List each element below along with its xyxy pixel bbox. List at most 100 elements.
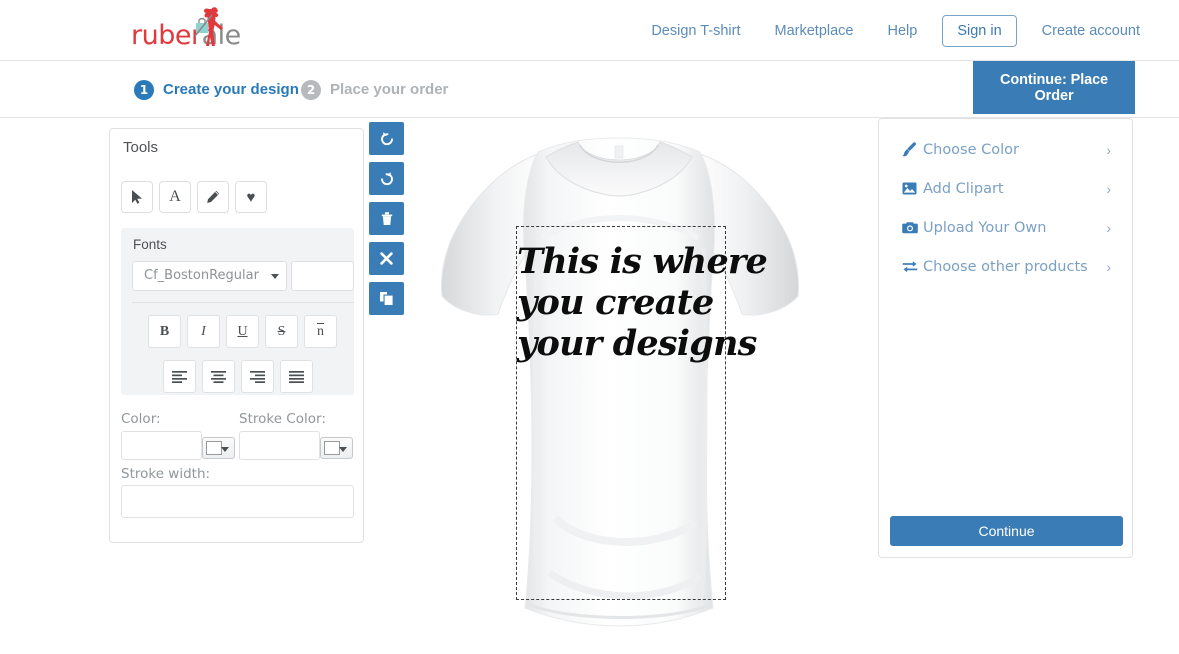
align-left-button[interactable] bbox=[163, 360, 196, 393]
align-justify-button[interactable] bbox=[280, 360, 313, 393]
stroke-color-label: Stroke Color: bbox=[239, 411, 326, 427]
camera-icon bbox=[902, 221, 918, 234]
step-1-label: Create your design bbox=[163, 81, 299, 98]
option-choose-color-label: Choose Color bbox=[923, 141, 1019, 158]
font-size-input[interactable] bbox=[291, 261, 354, 291]
chevron-right-icon: › bbox=[1106, 219, 1111, 236]
fonts-divider bbox=[132, 302, 354, 303]
chevron-right-icon: › bbox=[1106, 180, 1111, 197]
redo-button[interactable] bbox=[369, 162, 404, 195]
stroke-width-input[interactable] bbox=[121, 485, 354, 518]
text-tool-button[interactable]: A bbox=[159, 181, 191, 213]
tool-buttons-row: A ♥ bbox=[121, 181, 267, 213]
draw-tool-button[interactable] bbox=[197, 181, 229, 213]
design-text-line-3: your designs bbox=[517, 323, 757, 364]
option-add-clipart[interactable]: Add Clipart › bbox=[879, 169, 1132, 208]
color-input[interactable] bbox=[121, 431, 202, 460]
text-align-buttons bbox=[163, 360, 313, 393]
overline-glyph: n bbox=[317, 323, 324, 339]
image-icon bbox=[902, 182, 917, 195]
nav-marketplace[interactable]: Marketplace bbox=[758, 23, 871, 39]
continue-place-order-button[interactable]: Continue: Place Order bbox=[973, 61, 1135, 114]
design-workspace: Tools A ♥ Fonts Cf_BostonRegular B I U S… bbox=[0, 118, 1179, 653]
trash-icon bbox=[381, 212, 392, 225]
stroke-color-input[interactable] bbox=[239, 431, 320, 460]
main-navigation: Design T-shirt Marketplace Help Sign in … bbox=[634, 0, 1157, 61]
option-choose-color[interactable]: Choose Color › bbox=[879, 130, 1132, 169]
chevron-down-icon bbox=[221, 447, 229, 452]
bold-glyph: B bbox=[159, 323, 170, 339]
align-right-button[interactable] bbox=[241, 360, 274, 393]
align-right-icon bbox=[250, 370, 265, 383]
close-x-icon bbox=[380, 252, 393, 265]
cursor-arrow-icon bbox=[132, 190, 142, 204]
font-family-selected-value: Cf_BostonRegular bbox=[144, 268, 259, 283]
option-choose-other-products[interactable]: Choose other products › bbox=[879, 247, 1132, 286]
shopper-figure-icon bbox=[194, 7, 223, 46]
tshirt-canvas[interactable]: This is where you create your designs bbox=[410, 118, 860, 648]
select-tool-button[interactable] bbox=[121, 181, 153, 213]
undo-button[interactable] bbox=[369, 122, 404, 155]
sign-in-button[interactable]: Sign in bbox=[942, 14, 1017, 47]
option-add-clipart-label: Add Clipart bbox=[923, 180, 1004, 197]
stroke-color-picker-button[interactable] bbox=[320, 437, 353, 459]
undo-icon bbox=[380, 131, 393, 145]
copy-icon bbox=[380, 292, 393, 305]
option-upload-your-own[interactable]: Upload Your Own › bbox=[879, 208, 1132, 247]
text-style-buttons: B I U S n bbox=[148, 315, 337, 348]
design-text-line-2: you create bbox=[517, 282, 714, 323]
step-place-your-order[interactable]: 2 Place your order bbox=[301, 61, 448, 118]
bold-button[interactable]: B bbox=[148, 315, 181, 348]
step-2-number: 2 bbox=[301, 79, 321, 100]
stroke-width-label: Stroke width: bbox=[121, 466, 211, 482]
stroke-color-swatch bbox=[324, 441, 340, 455]
create-account-link[interactable]: Create account bbox=[1025, 23, 1157, 39]
swap-arrows-icon bbox=[902, 260, 918, 273]
italic-button[interactable]: I bbox=[187, 315, 220, 348]
fonts-section-title: Fonts bbox=[133, 237, 167, 252]
tools-panel-title: Tools bbox=[123, 139, 159, 156]
chevron-right-icon: › bbox=[1106, 141, 1111, 158]
redo-icon bbox=[380, 171, 393, 185]
delete-button[interactable] bbox=[369, 202, 404, 235]
step-2-label: Place your order bbox=[330, 81, 449, 98]
color-swatch bbox=[206, 441, 222, 455]
nav-help[interactable]: Help bbox=[870, 23, 934, 39]
underline-button[interactable]: U bbox=[226, 315, 259, 348]
continue-button[interactable]: Continue bbox=[890, 516, 1123, 546]
chevron-down-icon bbox=[271, 274, 279, 279]
option-upload-your-own-label: Upload Your Own bbox=[923, 219, 1047, 236]
chevron-down-icon bbox=[339, 447, 347, 452]
step-1-number: 1 bbox=[134, 79, 154, 100]
brush-icon bbox=[902, 142, 917, 157]
italic-glyph: I bbox=[201, 323, 206, 339]
shape-tool-button[interactable]: ♥ bbox=[235, 181, 267, 213]
design-area-box[interactable]: This is where you create your designs bbox=[516, 226, 768, 600]
overline-button[interactable]: n bbox=[304, 315, 337, 348]
color-label: Color: bbox=[121, 411, 161, 427]
font-family-select[interactable]: Cf_BostonRegular bbox=[132, 261, 287, 291]
canvas-action-toolbar bbox=[369, 122, 404, 315]
nav-design-tshirt[interactable]: Design T-shirt bbox=[634, 23, 757, 39]
tools-panel: Tools A ♥ Fonts Cf_BostonRegular B I U S… bbox=[109, 128, 364, 543]
clear-button[interactable] bbox=[369, 242, 404, 275]
step-progress-bar: 1 Create your design 2 Place your order … bbox=[0, 61, 1179, 118]
options-panel: Choose Color › Add Clipart › Upload Your… bbox=[878, 118, 1133, 558]
heart-icon: ♥ bbox=[246, 188, 256, 206]
brand-logo[interactable]: ruberale bbox=[131, 6, 241, 54]
fonts-section: Fonts Cf_BostonRegular B I U S n bbox=[121, 228, 354, 395]
align-center-button[interactable] bbox=[202, 360, 235, 393]
strikethrough-glyph: S bbox=[277, 323, 286, 339]
step-create-your-design[interactable]: 1 Create your design bbox=[134, 61, 299, 118]
underline-glyph: U bbox=[237, 323, 248, 339]
align-left-icon bbox=[172, 370, 187, 383]
option-choose-other-products-label: Choose other products bbox=[923, 258, 1088, 275]
align-center-icon bbox=[211, 370, 226, 383]
align-justify-icon bbox=[289, 370, 304, 383]
color-picker-button[interactable] bbox=[202, 437, 235, 459]
design-text-line-1: This is where bbox=[517, 241, 768, 282]
letter-a-icon: A bbox=[169, 188, 181, 205]
design-text-object[interactable]: This is where you create your designs bbox=[517, 241, 768, 364]
strikethrough-button[interactable]: S bbox=[265, 315, 298, 348]
duplicate-button[interactable] bbox=[369, 282, 404, 315]
